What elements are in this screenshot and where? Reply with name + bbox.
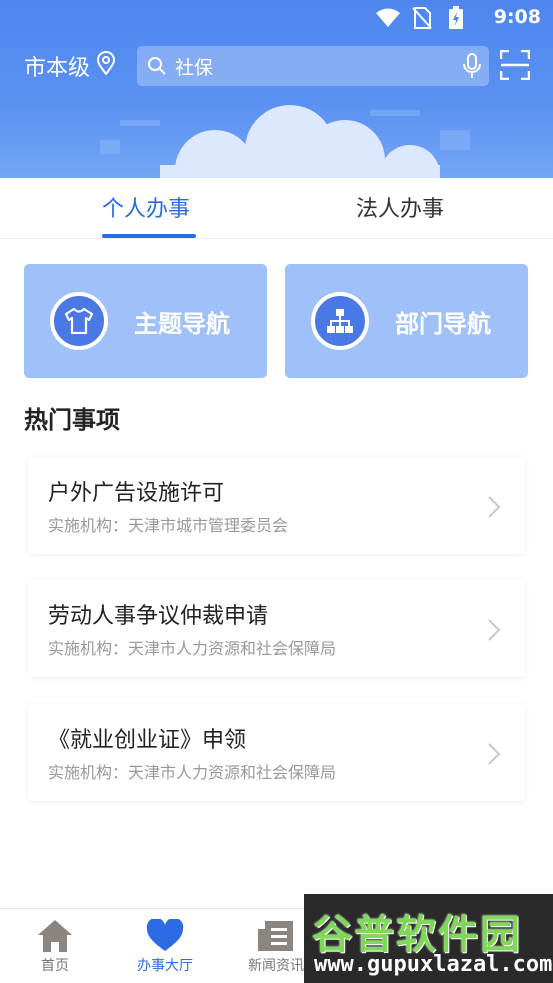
battery-charging-icon xyxy=(443,6,469,30)
city-selector[interactable]: 市本级 xyxy=(24,50,116,82)
location-pin-icon xyxy=(96,51,116,81)
bottom-nav-service-hall[interactable]: 办事大厅 xyxy=(120,917,210,975)
item-agency: 实施机构：天津市人力资源和社会保障局 xyxy=(48,763,337,782)
watermark-url: www.gupuxlazal.com xyxy=(314,952,553,977)
watermark: 谷普软件园 www.gupuxlazal.com xyxy=(304,894,553,983)
wifi-icon xyxy=(375,6,401,30)
city-label: 市本级 xyxy=(24,56,91,81)
tab-corporate[interactable]: 法人办事 xyxy=(356,191,444,223)
item-agency: 实施机构：天津市城市管理委员会 xyxy=(48,516,289,535)
status-icons xyxy=(375,6,469,30)
chevron-right-icon xyxy=(487,742,501,770)
no-sim-icon xyxy=(409,6,435,30)
home-icon xyxy=(10,917,100,955)
list-item[interactable]: 户外广告设施许可 实施机构：天津市城市管理委员会 xyxy=(28,457,525,554)
item-title: 户外广告设施许可 xyxy=(48,481,225,506)
status-time: 9:08 xyxy=(493,6,541,28)
cloud-decoration xyxy=(100,105,470,178)
search-input[interactable]: 社保 xyxy=(137,46,489,86)
department-navigation-label: 部门导航 xyxy=(395,310,491,338)
status-bar: 9:08 xyxy=(0,0,553,36)
search-icon xyxy=(147,56,167,76)
chevron-right-icon xyxy=(487,495,501,523)
item-agency: 实施机构：天津市人力资源和社会保障局 xyxy=(48,639,337,658)
item-title: 劳动人事争议仲裁申请 xyxy=(48,604,269,629)
bottom-nav-home[interactable]: 首页 xyxy=(10,917,100,975)
list-item[interactable]: 劳动人事争议仲裁申请 实施机构：天津市人力资源和社会保障局 xyxy=(28,580,525,677)
department-navigation-card[interactable]: 部门导航 xyxy=(285,264,528,378)
list-item[interactable]: 《就业创业证》申领 实施机构：天津市人力资源和社会保障局 xyxy=(28,704,525,801)
bottom-nav-service-hall-label: 办事大厅 xyxy=(137,958,193,974)
item-title: 《就业创业证》申领 xyxy=(48,728,247,753)
heart-icon xyxy=(120,917,210,955)
tshirt-icon xyxy=(50,292,108,350)
hot-items-heading: 热门事项 xyxy=(24,406,120,434)
header: 9:08 市本级 社保 xyxy=(0,0,553,178)
bottom-nav-home-label: 首页 xyxy=(41,958,69,974)
search-placeholder: 社保 xyxy=(175,56,214,79)
scan-qr-icon[interactable] xyxy=(499,49,531,84)
chevron-right-icon xyxy=(487,618,501,646)
tab-bar: 个人办事 法人办事 xyxy=(0,178,553,239)
active-tab-indicator xyxy=(102,234,196,238)
microphone-icon[interactable] xyxy=(463,53,481,84)
theme-navigation-label: 主题导航 xyxy=(134,310,230,338)
org-chart-icon xyxy=(311,292,369,350)
theme-navigation-card[interactable]: 主题导航 xyxy=(24,264,267,378)
tab-personal[interactable]: 个人办事 xyxy=(102,191,190,223)
